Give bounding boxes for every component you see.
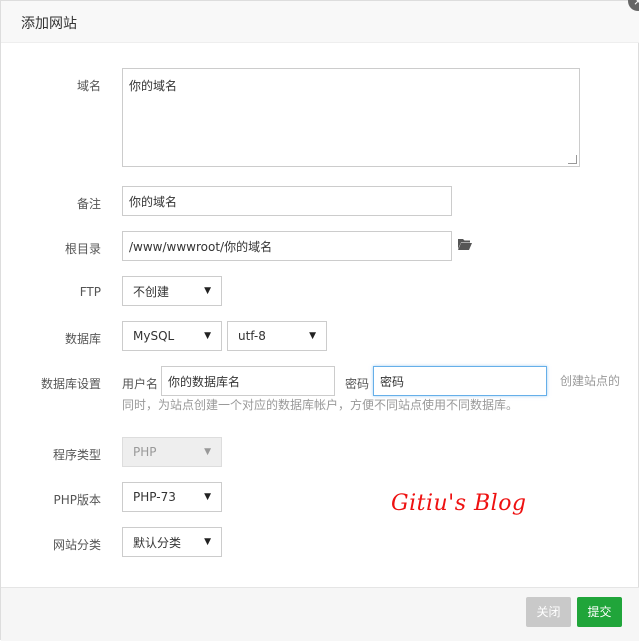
chevron-down-icon: ▼	[204, 537, 211, 547]
domain-label: 域名	[76, 79, 101, 93]
add-site-dialog: 添加网站 × 域名 你的域名 备注 你的域名 根目录 /www/wwwroot/…	[0, 0, 639, 641]
chevron-down-icon: ▼	[204, 286, 211, 296]
submit-button[interactable]: 提交	[577, 597, 622, 627]
domain-textarea[interactable]: 你的域名	[122, 68, 580, 167]
program-type-label: 程序类型	[52, 448, 101, 462]
ftp-label: FTP	[79, 285, 101, 299]
chevron-down-icon: ▼	[204, 331, 211, 341]
remark-value: 你的域名	[129, 194, 178, 209]
ftp-selected: 不创建	[133, 284, 170, 299]
db-password-value: 密码	[380, 374, 405, 389]
root-input[interactable]: /www/wwwroot/你的域名	[122, 231, 452, 261]
ftp-select[interactable]: 不创建 ▼	[122, 276, 222, 306]
root-value: /www/wwwroot/你的域名	[129, 239, 273, 254]
dialog-titlebar: 添加网站	[1, 1, 639, 43]
remark-input[interactable]: 你的域名	[122, 186, 452, 216]
database-type-select[interactable]: MySQL ▼	[122, 321, 222, 351]
database-charset-select[interactable]: utf-8 ▼	[227, 321, 327, 351]
program-type-select: PHP ▼	[122, 437, 222, 467]
db-user-label: 用户名	[122, 377, 159, 391]
close-button[interactable]: 关闭	[526, 597, 571, 627]
php-version-label: PHP版本	[53, 493, 102, 507]
database-type-selected: MySQL	[133, 329, 175, 343]
site-category-selected: 默认分类	[133, 535, 182, 550]
db-hint-line2: 同时，为站点创建一个对应的数据库帐户，方便不同站点使用不同数据库。	[122, 398, 519, 412]
root-label: 根目录	[64, 242, 101, 256]
php-version-select[interactable]: PHP-73 ▼	[122, 482, 222, 512]
db-user-input[interactable]: 你的数据库名	[161, 366, 335, 396]
db-hint-line1: 创建站点的	[560, 374, 621, 388]
blog-watermark: Gitiu's Blog	[391, 491, 527, 516]
database-charset-selected: utf-8	[238, 329, 266, 343]
chevron-down-icon: ▼	[204, 492, 211, 502]
database-label: 数据库	[64, 332, 101, 346]
site-category-label: 网站分类	[52, 538, 101, 552]
chevron-down-icon: ▼	[309, 331, 316, 341]
folder-open-icon[interactable]	[457, 237, 473, 255]
db-settings-label: 数据库设置	[40, 377, 101, 391]
db-password-label: 密码	[345, 377, 370, 391]
db-password-input[interactable]: 密码	[373, 366, 547, 396]
program-type-selected: PHP	[133, 445, 157, 459]
domain-value: 你的域名	[129, 79, 178, 93]
db-user-value: 你的数据库名	[168, 374, 241, 389]
chevron-down-icon: ▼	[204, 447, 211, 457]
php-version-selected: PHP-73	[133, 490, 176, 504]
site-category-select[interactable]: 默认分类 ▼	[122, 527, 222, 557]
remark-label: 备注	[76, 197, 101, 211]
dialog-title: 添加网站	[21, 16, 77, 32]
resize-handle-icon[interactable]	[568, 155, 577, 164]
